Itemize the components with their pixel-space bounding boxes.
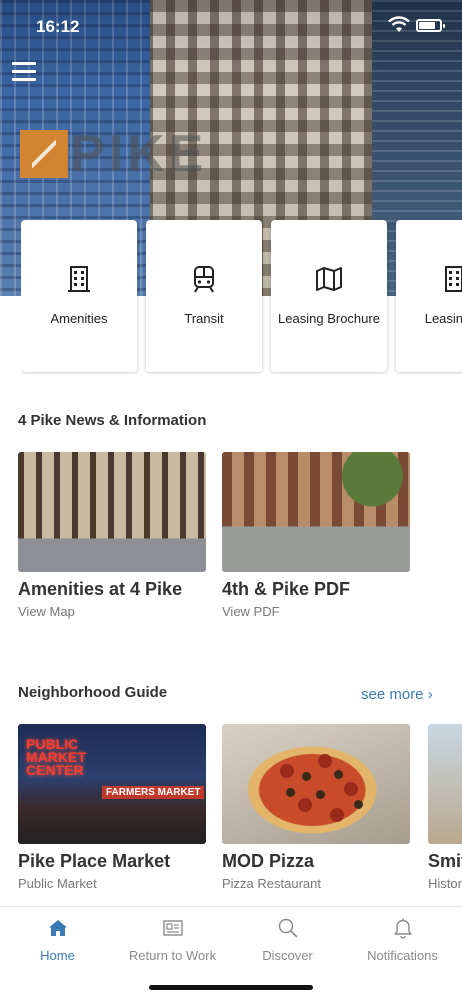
train-icon	[194, 266, 214, 293]
menu-icon[interactable]	[12, 62, 36, 84]
farmers-market-sign: FARMERS MARKET	[102, 786, 205, 799]
card-subtitle: Pizza Restaurant	[222, 876, 321, 891]
card-subtitle: Histor	[428, 876, 462, 891]
news-card-amenities[interactable]: Amenities at 4 Pike View Map	[18, 452, 206, 619]
building-icon	[445, 266, 462, 292]
tile-label: Leasing Brochure	[278, 311, 380, 326]
home-icon	[48, 920, 67, 936]
tab-label: Home	[40, 948, 75, 963]
tile-leasing-contact[interactable]: Leasing C	[396, 220, 462, 372]
status-time: 16:12	[36, 17, 80, 36]
battery-level	[419, 22, 435, 29]
guide-card-mod-pizza[interactable]: MOD Pizza Pizza Restaurant	[222, 724, 410, 891]
tab-notifications[interactable]: Notifications	[345, 907, 460, 977]
building-logo: PIKE	[20, 125, 208, 183]
newspaper-icon	[162, 920, 183, 936]
guide-card-image	[222, 724, 410, 844]
tile-label: Amenities	[50, 311, 108, 326]
building-icon	[68, 266, 90, 292]
tab-home[interactable]: Home	[0, 907, 115, 977]
tab-label: Notifications	[367, 948, 438, 963]
market-sign: PUBLIC MARKET CENTER	[26, 736, 86, 778]
quick-links: Amenities Transit Leasing Brochure Leasi…	[21, 220, 462, 374]
card-title: Amenities at 4 Pike	[18, 579, 183, 599]
news-card-image	[18, 452, 206, 572]
see-more-link[interactable]: see more ›	[361, 686, 433, 703]
tab-label: Return to Work	[128, 948, 217, 963]
card-title: Smit	[428, 851, 462, 871]
guide-card-image	[428, 724, 462, 844]
tile-label: Leasing C	[424, 311, 462, 326]
news-card-pdf[interactable]: 4th & Pike PDF View PDF	[222, 452, 410, 619]
card-subtitle: Public Market	[18, 876, 97, 891]
logo-text: PIKE	[70, 125, 208, 183]
news-card-image	[222, 452, 410, 572]
card-title: 4th & Pike PDF	[222, 579, 351, 599]
tile-transit[interactable]: Transit	[146, 220, 262, 372]
tile-amenities[interactable]: Amenities	[21, 220, 137, 372]
home-indicator	[149, 985, 313, 990]
logo-mark-icon	[20, 130, 68, 178]
guide-card-smith[interactable]: Smit Histor	[428, 724, 462, 891]
card-subtitle: View PDF	[222, 604, 280, 619]
tab-label: Discover	[262, 948, 313, 963]
search-icon	[278, 918, 298, 938]
map-icon	[316, 267, 342, 291]
tab-return-to-work[interactable]: Return to Work	[115, 907, 230, 977]
status-bar: 16:12	[0, 0, 462, 52]
battery-icon	[416, 19, 445, 32]
tile-leasing-brochure[interactable]: Leasing Brochure	[271, 220, 387, 372]
bell-icon	[393, 918, 412, 939]
news-section-title: 4 Pike News & Information	[18, 412, 207, 429]
card-subtitle: View Map	[18, 604, 75, 619]
guide-card-image: PUBLIC MARKET CENTER FARMERS MARKET	[18, 724, 206, 844]
guide-card-pike-place[interactable]: PUBLIC MARKET CENTER FARMERS MARKET Pike…	[18, 724, 206, 891]
neighborhood-section-title: Neighborhood Guide	[18, 684, 168, 701]
tab-discover[interactable]: Discover	[230, 907, 345, 977]
card-title: Pike Place Market	[18, 851, 171, 871]
card-title: MOD Pizza	[222, 851, 315, 871]
tile-label: Transit	[184, 311, 224, 326]
wifi-icon	[388, 16, 410, 32]
